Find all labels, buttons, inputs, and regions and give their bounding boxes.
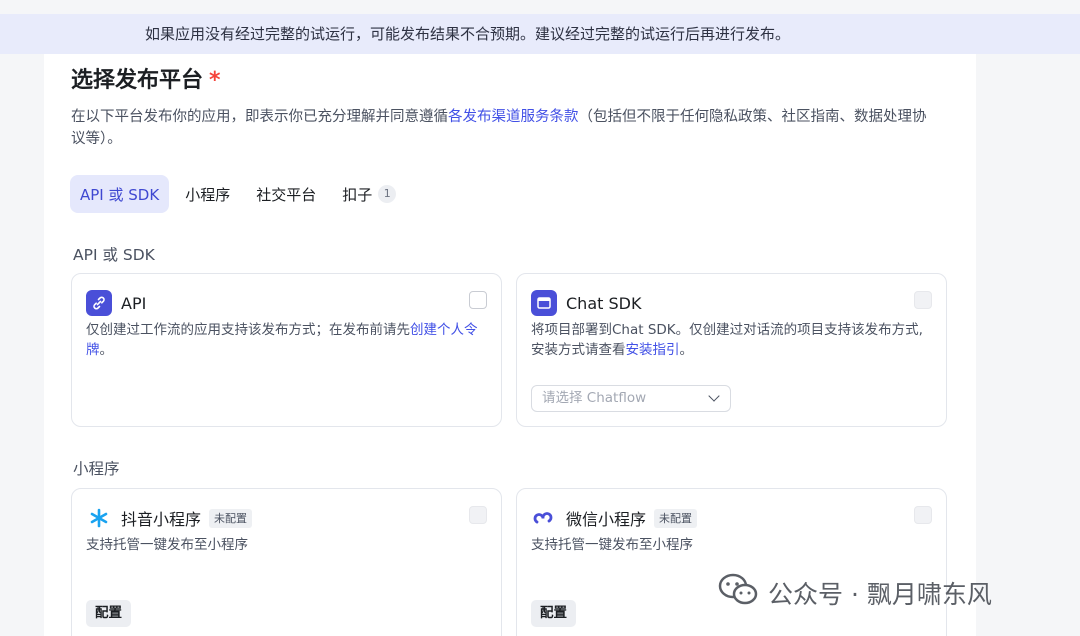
install-guide-link[interactable]: 安装指引 (626, 342, 680, 358)
desc-prefix: 将项目部署到Chat SDK。仅创建过对话流的项目支持该发布方式,安装方式请查看 (531, 322, 923, 358)
chevron-down-icon (708, 390, 720, 402)
chat-sdk-card-desc: 将项目部署到Chat SDK。仅创建过对话流的项目支持该发布方式,安装方式请查看… (531, 320, 931, 360)
tab-label: API 或 SDK (80, 185, 160, 204)
tab-mini-program[interactable]: 小程序 (175, 175, 240, 213)
banner-text: 如果应用没有经过完整的试运行，可能发布结果不合预期。建议经过完整的试运行后再进行… (145, 25, 791, 43)
platform-tabs: API 或 SDK 小程序 社交平台 扣子 1 (70, 175, 406, 213)
tab-social[interactable]: 社交平台 (246, 175, 326, 213)
douyin-card-title: 抖音小程序 未配置 (121, 506, 253, 530)
douyin-card-desc: 支持托管一键发布至小程序 (86, 537, 248, 553)
section-label-api-sdk: API 或 SDK (73, 246, 155, 264)
tab-label: 社交平台 (256, 185, 317, 204)
api-card[interactable]: API 仅创建过工作流的应用支持该发布方式；在发布前请先创建个人令牌。 (71, 273, 502, 427)
wechat-card[interactable]: 微信小程序 未配置 支持托管一键发布至小程序 配置 (516, 488, 947, 636)
card-title-text: 微信小程序 (566, 510, 647, 529)
wechat-icon (718, 573, 758, 613)
watermark-text: 公众号 · 飘月啸东风 (768, 580, 992, 609)
select-placeholder: 请选择 Chatflow (542, 390, 647, 406)
title-text: 选择发布平台 (71, 68, 204, 93)
tab-count-badge: 1 (378, 185, 397, 203)
desc-prefix: 仅创建过工作流的应用支持该发布方式；在发布前请先 (86, 322, 410, 338)
api-card-desc: 仅创建过工作流的应用支持该发布方式；在发布前请先创建个人令牌。 (86, 320, 486, 360)
link-icon (86, 290, 112, 316)
warning-banner: 如果应用没有经过完整的试运行，可能发布结果不合预期。建议经过完整的试运行后再进行… (0, 14, 1080, 54)
section-label-mini-program: 小程序 (73, 460, 120, 478)
status-badge: 未配置 (654, 508, 698, 528)
wechat-card-desc: 支持托管一键发布至小程序 (531, 537, 693, 553)
description-prefix: 在以下平台发布你的应用，即表示你已充分理解并同意遵循 (71, 109, 448, 125)
window-icon (531, 290, 557, 316)
api-checkbox[interactable] (469, 291, 487, 309)
chat-sdk-card-title: Chat SDK (566, 291, 641, 315)
douyin-checkbox[interactable] (469, 506, 487, 524)
chat-sdk-checkbox[interactable] (914, 291, 932, 309)
douyin-card[interactable]: 抖音小程序 未配置 支持托管一键发布至小程序 配置 (71, 488, 502, 636)
tab-label: 小程序 (185, 185, 231, 204)
wechat-checkbox[interactable] (914, 506, 932, 524)
card-title-text: Chat SDK (566, 293, 642, 313)
desc-suffix: 。 (679, 342, 694, 358)
chat-sdk-card[interactable]: Chat SDK 将项目部署到Chat SDK。仅创建过对话流的项目支持该发布方… (516, 273, 947, 427)
tab-api-sdk[interactable]: API 或 SDK (70, 175, 170, 213)
required-mark: * (209, 68, 221, 93)
card-title-text: API (121, 293, 147, 313)
douyin-icon (86, 505, 112, 531)
api-card-title: API (121, 291, 146, 315)
page-description: 在以下平台发布你的应用，即表示你已充分理解并同意遵循各发布渠道服务条款（包括但不… (71, 106, 931, 150)
wechat-config-button[interactable]: 配置 (531, 600, 576, 627)
wechat-card-title: 微信小程序 未配置 (566, 506, 698, 530)
card-title-text: 抖音小程序 (121, 510, 202, 529)
watermark: 公众号 · 飘月啸东风 (718, 573, 992, 613)
status-badge: 未配置 (209, 508, 253, 528)
chatflow-select[interactable]: 请选择 Chatflow (531, 385, 731, 412)
terms-link[interactable]: 各发布渠道服务条款 (448, 109, 579, 125)
wechat-miniprogram-icon (531, 505, 557, 531)
douyin-config-button[interactable]: 配置 (86, 600, 131, 627)
tab-label: 扣子 (342, 185, 373, 204)
tab-coze[interactable]: 扣子 1 (332, 175, 406, 213)
desc-suffix: 。 (99, 342, 114, 358)
page-title: 选择发布平台 * (71, 62, 221, 94)
